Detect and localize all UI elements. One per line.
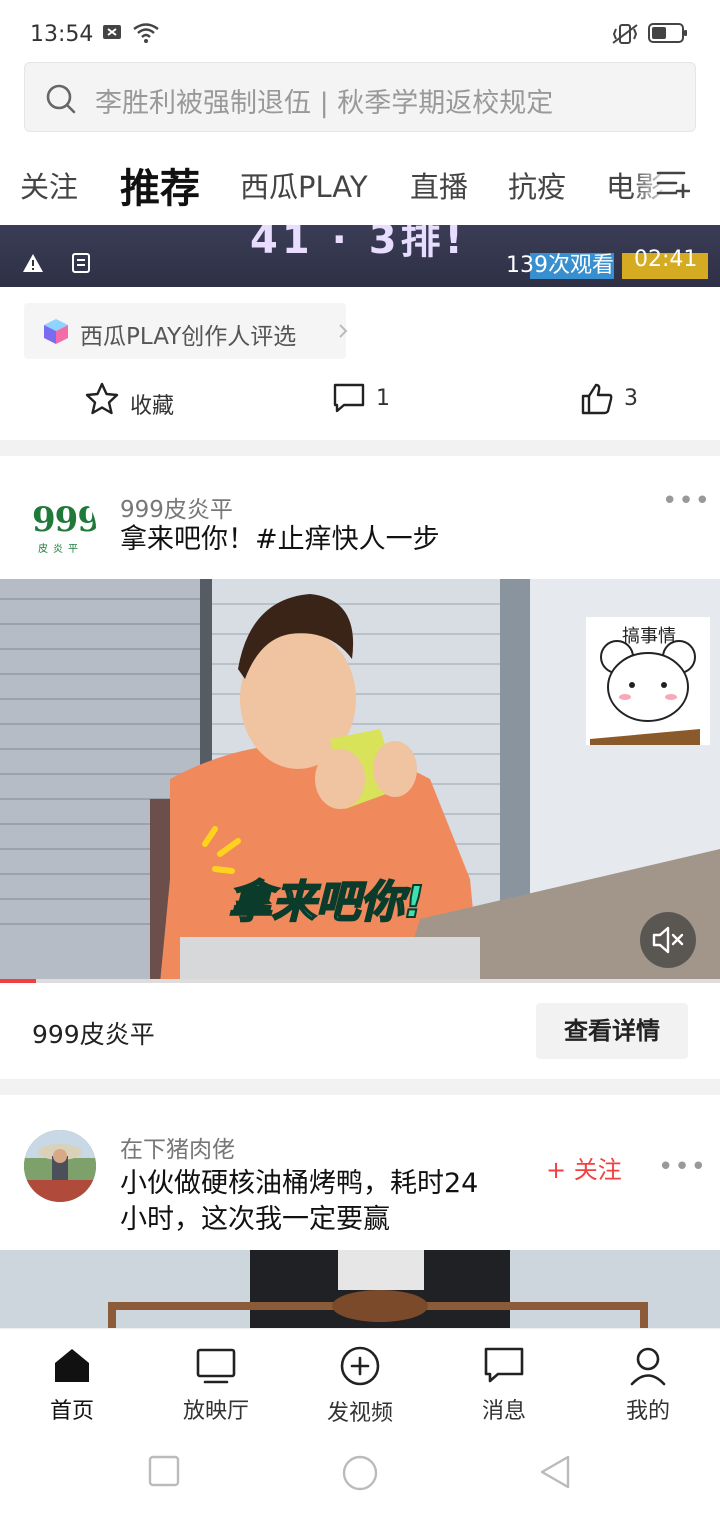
nav-upload-label: 发视频 xyxy=(326,1401,393,1426)
like-count: 3 xyxy=(624,386,638,411)
comment-count: 1 xyxy=(376,386,390,411)
follow-button[interactable]: + 关注 xyxy=(546,1150,622,1185)
video-caption: 拿来吧你! xyxy=(227,876,425,929)
feed-divider xyxy=(0,1079,720,1095)
search-placeholder: 李胜利被强制退伍 | 秋季学期返校规定 xyxy=(95,88,554,119)
like-button[interactable] xyxy=(580,382,614,420)
author-avatar[interactable] xyxy=(24,1130,96,1202)
video-duration: 02:41 xyxy=(634,247,698,272)
feed-divider xyxy=(0,440,720,456)
creator-selection-link[interactable]: 西瓜PLAY创作人评选 xyxy=(24,303,348,359)
tab-follow[interactable]: 关注 xyxy=(20,164,78,206)
video-actions: 收藏 1 3 xyxy=(0,370,720,430)
tab-recommended[interactable]: 推荐 xyxy=(120,156,200,214)
video-progress-fill xyxy=(0,979,36,983)
video-progress-bar[interactable] xyxy=(0,979,720,983)
data-icon xyxy=(70,253,92,277)
more-options-icon[interactable]: ••• xyxy=(662,486,711,516)
view-details-button[interactable]: 查看详情 xyxy=(536,1003,688,1059)
previous-video-thumbnail[interactable]: 41 · 3排! 139次观看 02:41 xyxy=(0,225,720,287)
nav-messages-label: 消息 xyxy=(481,1399,526,1424)
favorite-label: 收藏 xyxy=(130,394,175,419)
post-author[interactable]: 在下猪肉佬 xyxy=(120,1130,235,1164)
advertiser-avatar[interactable]: 999 皮炎平 xyxy=(24,492,96,564)
battery-icon xyxy=(648,22,688,48)
nav-profile-label: 我的 xyxy=(625,1399,670,1424)
search-icon xyxy=(45,83,77,119)
search-input[interactable]: 李胜利被强制退伍 | 秋季学期返校规定 xyxy=(24,62,696,132)
report-icon xyxy=(22,253,44,277)
profile-icon xyxy=(627,1345,669,1391)
back-icon[interactable] xyxy=(538,1454,572,1494)
home-button-icon[interactable] xyxy=(341,1454,379,1496)
post-title[interactable]: 拿来吧你！#止痒快人一步 xyxy=(120,522,440,557)
bottom-navigation: 首页 放映厅 发视频 消息 我的 xyxy=(0,1328,720,1428)
tv-icon xyxy=(195,1345,237,1391)
channel-menu-icon[interactable] xyxy=(656,168,691,202)
comment-button[interactable] xyxy=(332,382,366,418)
tab-live[interactable]: 直播 xyxy=(410,164,468,206)
more-options-icon[interactable]: ••• xyxy=(658,1152,707,1182)
avatar-image xyxy=(24,1130,96,1202)
chevron-right-icon xyxy=(338,323,348,343)
message-icon xyxy=(483,1345,525,1391)
creator-selection-label: 西瓜PLAY创作人评选 xyxy=(80,324,297,350)
video-banner-text: 41 · 3排! xyxy=(250,225,467,263)
home-icon xyxy=(51,1345,93,1391)
nav-profile[interactable]: 我的 xyxy=(576,1329,720,1429)
post-title-line-1[interactable]: 小伙做硬核油桶烤鸭，耗时24 xyxy=(120,1166,478,1201)
system-navigation-bar xyxy=(0,1428,720,1520)
tab-anti-epidemic[interactable]: 抗疫 xyxy=(508,164,566,206)
brand-logo-subtext: 皮炎平 xyxy=(38,544,83,555)
post-title-line-2[interactable]: 小时，这次我一定要赢 xyxy=(120,1202,390,1237)
nav-home[interactable]: 首页 xyxy=(0,1329,144,1429)
status-bar: 13:54 xyxy=(0,0,720,60)
wifi-icon xyxy=(132,22,160,48)
vibrate-icon xyxy=(610,22,640,50)
recent-apps-icon[interactable] xyxy=(148,1454,180,1492)
nav-home-label: 首页 xyxy=(49,1399,94,1424)
status-time: 13:54 xyxy=(30,22,94,47)
post-author[interactable]: 999皮炎平 xyxy=(120,490,233,524)
post-video-thumbnail[interactable] xyxy=(0,1250,720,1328)
add-video-icon xyxy=(339,1345,381,1391)
volume-muted-icon xyxy=(652,926,684,954)
favorite-button[interactable] xyxy=(84,382,120,420)
nav-theater-label: 放映厅 xyxy=(182,1399,249,1424)
video-frame xyxy=(0,1250,720,1328)
sticker-text: 搞事情 xyxy=(622,626,676,647)
nav-messages[interactable]: 消息 xyxy=(432,1329,576,1429)
brand-logo-text: 999 xyxy=(32,500,96,540)
mute-toggle-button[interactable] xyxy=(640,912,696,968)
nav-theater[interactable]: 放映厅 xyxy=(144,1329,288,1429)
tab-xigua-play[interactable]: 西瓜PLAY xyxy=(240,164,368,206)
notification-icon xyxy=(102,22,122,46)
nav-upload[interactable]: 发视频 xyxy=(288,1329,432,1429)
channel-tabs: 关注 推荐 西瓜PLAY 直播 抗疫 电影 xyxy=(0,150,720,220)
sponsor-name: 999皮炎平 xyxy=(32,1020,155,1049)
cube-icon xyxy=(42,317,70,349)
view-count: 139次观看 xyxy=(506,253,614,278)
